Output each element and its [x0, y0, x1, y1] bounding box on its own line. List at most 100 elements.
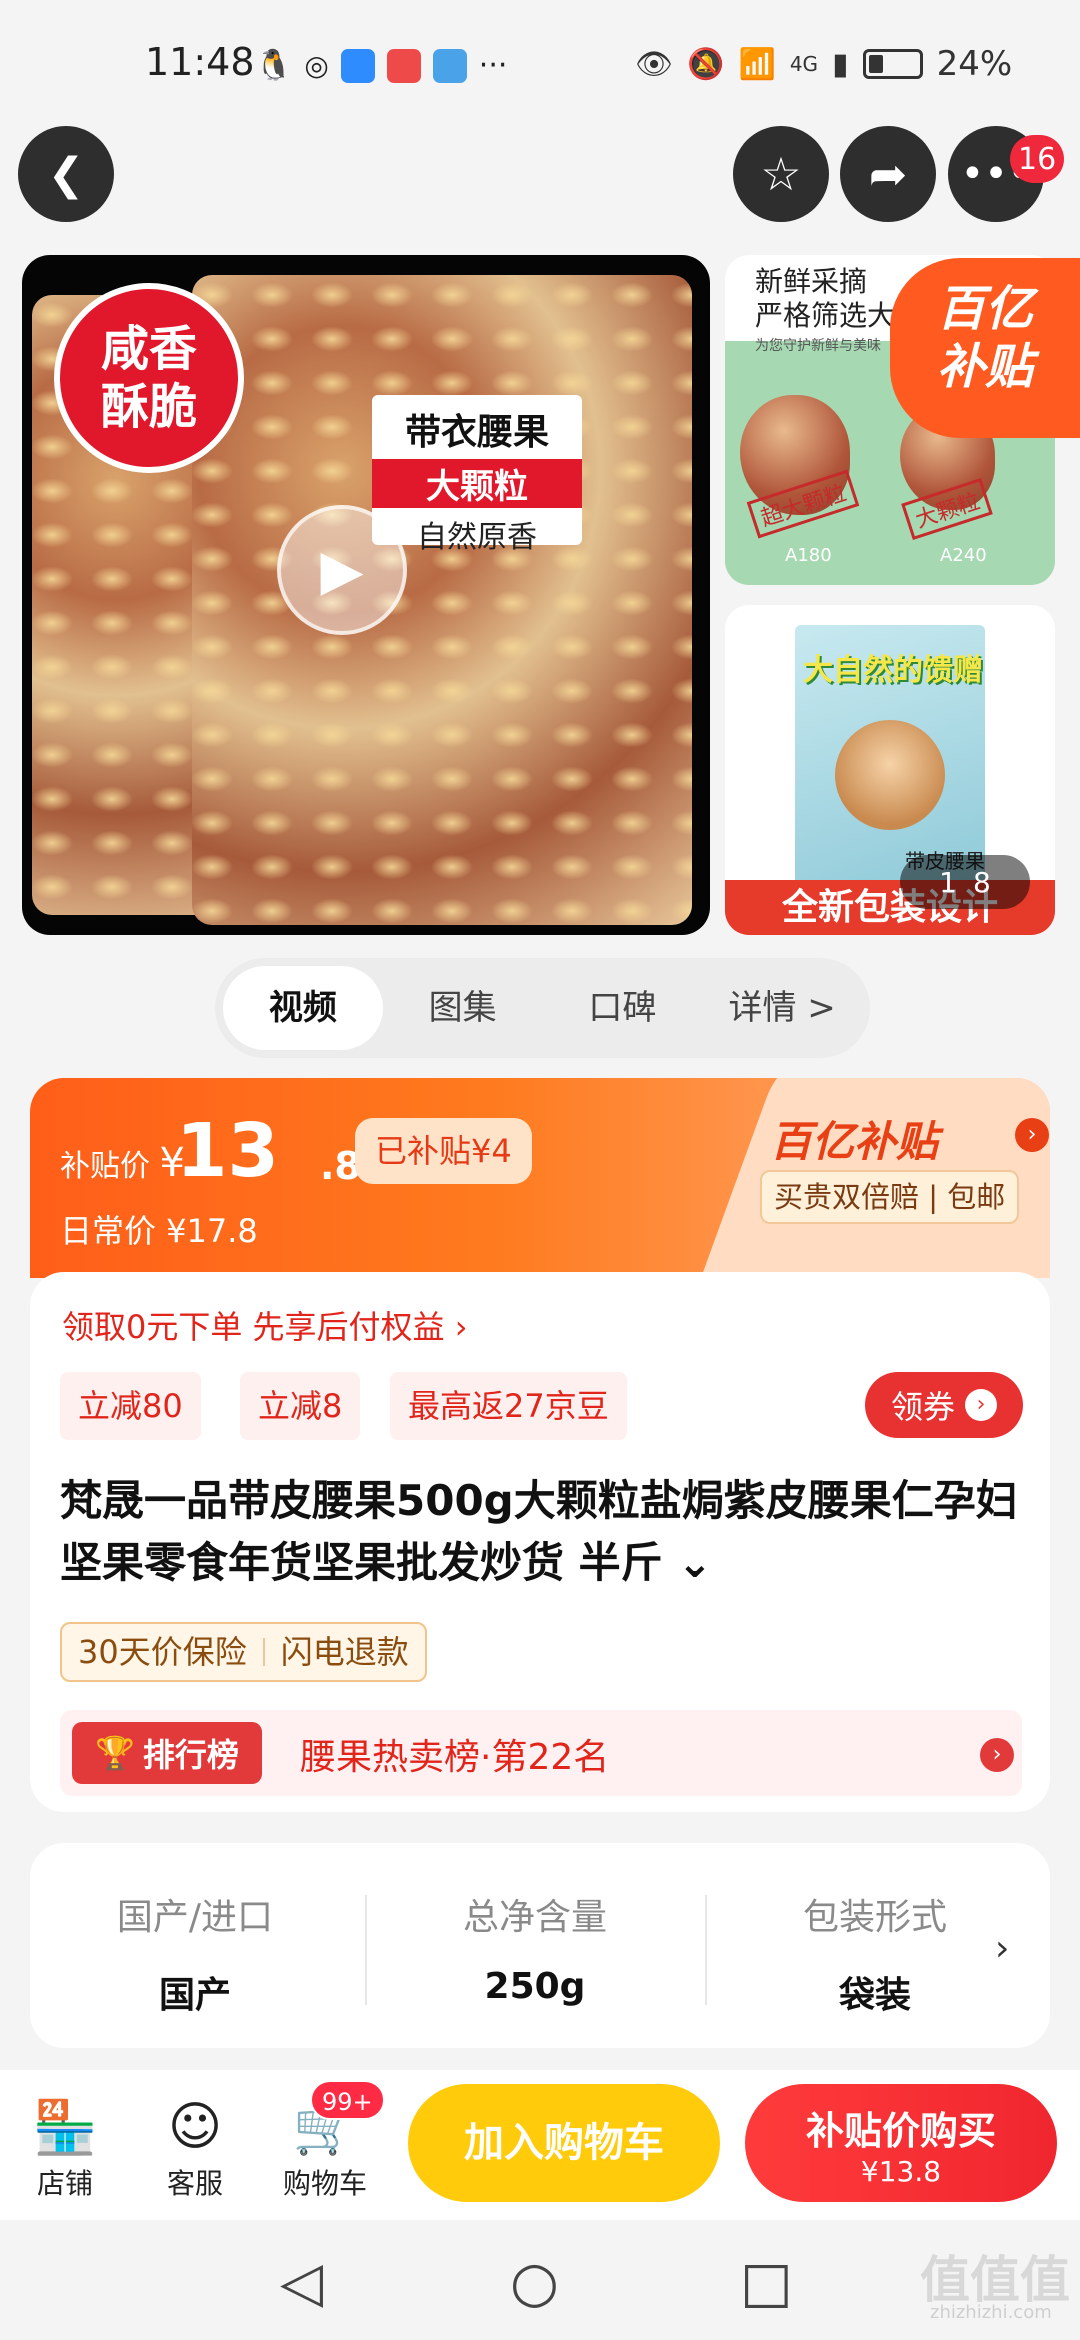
spec-value: 250g — [484, 1966, 586, 2007]
spec-origin: 国产/进口 国产 — [30, 1888, 360, 2018]
nav-back-icon[interactable]: ◁ — [280, 2250, 323, 2315]
chevron-right-icon: › — [980, 1738, 1014, 1772]
guarantee-tag: 买贵双倍赔 | 包邮 — [760, 1170, 1020, 1224]
spec-net-weight: 总净含量 250g — [370, 1888, 700, 2007]
tag-price-protection: 30天价保险 — [78, 1633, 247, 1671]
system-icons: 👁 🔕 📶 4G ▮ 24% — [635, 44, 1012, 84]
thumb1-line1: 新鲜采摘 — [755, 265, 868, 298]
eye-icon: 👁 — [635, 46, 674, 82]
buy-price: ¥13.8 — [860, 2155, 942, 2188]
tab-details[interactable]: 详情 > — [702, 966, 862, 1050]
store-icon: 🏪 — [32, 2097, 98, 2158]
ranking-text: 腰果热卖榜·第22名 — [300, 1737, 610, 1778]
more-notifications: ··· — [478, 48, 508, 83]
more-badge: 16 — [1010, 135, 1065, 183]
watermark-url: zhizhizhi.com — [930, 2302, 1052, 2323]
network-type: 4G — [789, 52, 819, 76]
price-label-text: 补贴价 — [60, 1149, 150, 1184]
subsidy-amount-pill: 已补贴¥4 — [355, 1118, 532, 1184]
seal-line2: 酥脆 — [100, 379, 197, 435]
wifi-icon: 📶 — [738, 46, 776, 82]
spec-value: 袋装 — [838, 1975, 911, 2016]
coupon-80[interactable]: 立减80 — [60, 1372, 201, 1440]
thumb1-subtext: 为您守护新鲜与美味 — [755, 338, 881, 354]
price-banner[interactable]: 补贴价 ¥ 13 .8 已补贴¥4 日常价 ¥17.8 百亿补贴 › 买贵双倍赔… — [30, 1078, 1050, 1278]
ranking-row[interactable]: 🏆 排行榜 腰果热卖榜·第22名 › — [60, 1710, 1022, 1796]
share-button[interactable]: ➦ — [840, 126, 936, 222]
tab-gallery[interactable]: 图集 — [383, 966, 543, 1050]
subsidy-corner-badge: 百亿 补贴 — [890, 258, 1080, 438]
coupon-jingdou[interactable]: 最高返27京豆 — [390, 1372, 627, 1440]
product-video-cover[interactable]: 咸香 酥脆 带衣腰果 大颗粒 自然原香 ▶ — [22, 255, 710, 935]
buy-now-button[interactable]: 补贴价购买 ¥13.8 — [745, 2084, 1057, 2202]
seal-line1: 咸香 — [100, 321, 197, 377]
divider — [705, 1895, 707, 2005]
cart-label: 购物车 — [282, 2167, 367, 2200]
subsidy-price-label: 补贴价 ¥ — [60, 1140, 185, 1186]
buy-label: 补贴价购买 — [805, 2109, 996, 2153]
trophy-icon: 🏆 — [95, 1734, 135, 1772]
nav-recents-icon[interactable]: □ — [740, 2250, 793, 2315]
signal-icon: ▮ — [832, 46, 849, 82]
package-title: 大自然的馈赠 — [803, 653, 983, 688]
chevron-right-icon[interactable]: › — [1015, 1118, 1049, 1152]
battery-icon — [862, 49, 923, 79]
product-info-card: 领取0元下单 先享后付权益 › 立减80 立减8 最高返27京豆 领券 › 梵晟… — [30, 1272, 1050, 1812]
spec-key: 包装形式 — [802, 1897, 947, 1938]
ranking-badge-label: 排行榜 — [142, 1736, 239, 1774]
label-line1: 带衣腰果 — [404, 412, 549, 453]
spec-summary[interactable]: 国产/进口 国产 总净含量 250g 包装形式 袋装 › — [30, 1843, 1050, 2048]
back-button[interactable]: ❮ — [18, 126, 114, 222]
add-to-cart-button[interactable]: 加入购物车 — [408, 2084, 720, 2202]
jd-app-icon — [432, 48, 467, 83]
service-icon: ☺ — [167, 2097, 223, 2157]
gallery-counter: 1 8 — [900, 855, 1030, 909]
pay-later-link[interactable]: 领取0元下单 先享后付权益 › — [62, 1302, 468, 1348]
gallery-tabs: 视频 图集 口碑 详情 > — [215, 958, 870, 1058]
sync-icon: ◎ — [304, 49, 329, 82]
promo-seal: 咸香 酥脆 — [54, 283, 244, 473]
spec-key: 总净含量 — [462, 1897, 607, 1938]
divider — [365, 1895, 367, 2005]
service-label: 客服 — [166, 2167, 223, 2200]
status-bar: 11:48 🐧 ◎ ··· 👁 🔕 📶 4G ▮ 24% — [0, 0, 1080, 135]
price-integer: 13 — [176, 1108, 279, 1194]
billion-subsidy-brand[interactable]: 百亿补贴 — [770, 1108, 938, 1169]
get-coupon-button[interactable]: 领券 › — [865, 1372, 1023, 1438]
tab-reviews[interactable]: 口碑 — [543, 966, 703, 1050]
qq-icon: 🐧 — [255, 48, 293, 83]
coupon-8[interactable]: 立减8 — [240, 1372, 361, 1440]
counter-total: 8 — [973, 865, 991, 899]
thumb1-line2: 严格筛选大 — [755, 299, 896, 332]
subsidy-corner-line1: 百亿 — [936, 281, 1033, 337]
play-icon[interactable]: ▶ — [277, 505, 407, 635]
nav-home-icon[interactable]: ○ — [510, 2250, 559, 2315]
label-line2: 大颗粒 — [372, 459, 582, 508]
spec-key: 国产/进口 — [116, 1897, 274, 1938]
spec-packaging: 包装形式 袋装 — [710, 1888, 1040, 2018]
favorite-button[interactable]: ☆ — [733, 126, 829, 222]
customer-service-button[interactable]: ☺ 客服 — [135, 2092, 255, 2202]
chevron-right-icon: › — [965, 1389, 997, 1421]
daily-price: 日常价 ¥17.8 — [60, 1212, 258, 1250]
reader-app-icon — [386, 48, 421, 83]
ranking-badge: 🏆 排行榜 — [72, 1722, 262, 1784]
weather-app-icon — [340, 48, 375, 83]
status-time: 11:48 — [145, 40, 255, 84]
tab-video[interactable]: 视频 — [223, 966, 383, 1050]
store-button[interactable]: 🏪 店铺 — [5, 2092, 125, 2202]
tag-fast-refund: 闪电退款 — [280, 1633, 409, 1671]
monkey-mascot-icon — [835, 720, 945, 830]
chevron-right-icon[interactable]: › — [995, 1928, 1009, 1969]
battery-level: 24% — [936, 44, 1013, 84]
notification-icons: 🐧 ◎ ··· — [255, 48, 507, 83]
thumb1-text: 新鲜采摘 严格筛选大 — [755, 265, 895, 333]
spec-value: 国产 — [158, 1975, 231, 2016]
service-tags[interactable]: 30天价保险 闪电退款 — [60, 1622, 427, 1682]
product-title[interactable]: 梵晟一品带皮腰果500g大颗粒盐焗紫皮腰果仁孕妇坚果零食年货坚果批发炒货 半斤 … — [60, 1470, 1035, 1594]
store-label: 店铺 — [36, 2167, 93, 2200]
counter-current: 1 — [939, 865, 957, 899]
grade-a180: A180 — [785, 545, 832, 566]
system-navigation: ◁ ○ □ — [0, 2220, 1080, 2340]
cashew-bag-right — [192, 275, 692, 925]
